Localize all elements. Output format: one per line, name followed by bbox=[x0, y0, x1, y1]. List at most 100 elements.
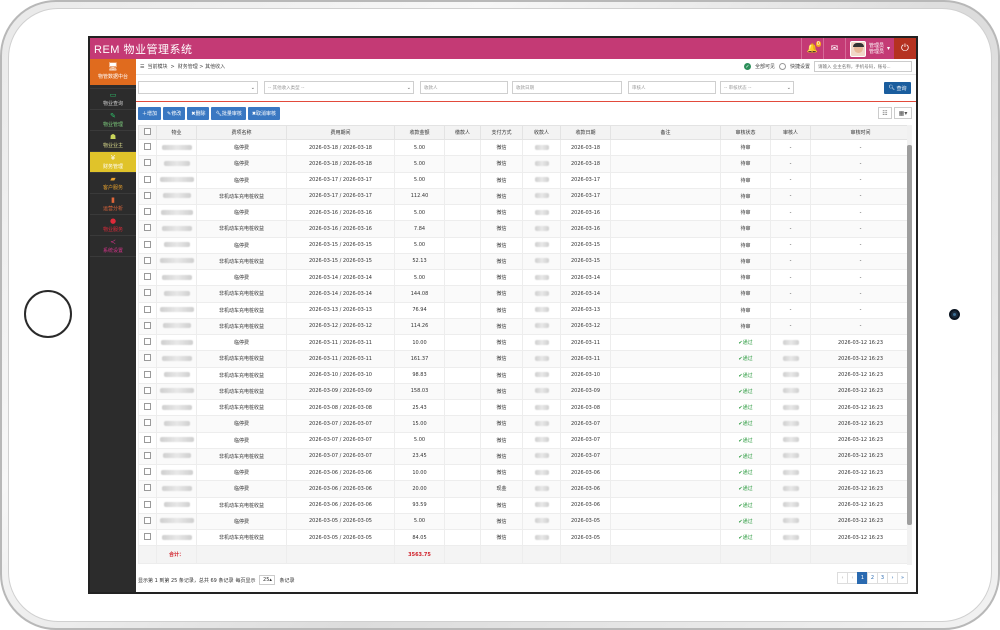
delete-button[interactable]: ✖ 删除 bbox=[187, 107, 210, 120]
table-row[interactable]: 临停费 2026-03-18 / 2026-03-18 5.00 微信 2026-03-… bbox=[138, 155, 911, 173]
table-row[interactable]: 非机动车充电桩收益 2026-03-07 / 2026-03-07 23.45 微信 2… bbox=[138, 447, 911, 466]
row-checkbox[interactable] bbox=[138, 512, 157, 531]
sidebar-item-customer-service[interactable]: ▰ 客户服务 bbox=[90, 173, 136, 194]
row-checkbox[interactable] bbox=[138, 268, 157, 287]
income-type-select[interactable]: -- 其他收入类型 -- ⌄ bbox=[264, 81, 414, 94]
row-checkbox[interactable] bbox=[138, 366, 157, 384]
batch-audit-button[interactable]: 🔧︎ 批量审核 bbox=[211, 107, 246, 120]
column-header[interactable]: 收款日期 bbox=[560, 125, 611, 140]
table-row[interactable]: 临停费 2026-03-06 / 2026-03-06 10.00 微信 2026-03… bbox=[138, 463, 911, 482]
row-checkbox[interactable] bbox=[138, 301, 157, 319]
row-checkbox[interactable] bbox=[138, 496, 157, 514]
sidebar-item-analysis[interactable]: ▮ 运营分析 bbox=[90, 194, 136, 215]
sidebar-item-service[interactable]: ● 物业服务 bbox=[90, 215, 136, 236]
table-row[interactable]: 非机动车充电桩收益 2026-03-05 / 2026-03-05 84.05 微信 2… bbox=[138, 528, 911, 547]
column-header[interactable]: 收款金额 bbox=[394, 125, 445, 140]
column-header[interactable]: 缴款人 bbox=[444, 125, 481, 140]
check-icon[interactable]: ✓ bbox=[743, 63, 751, 70]
auditor-input[interactable]: 审核人 bbox=[628, 81, 716, 94]
select-all-checkbox[interactable] bbox=[138, 125, 157, 140]
payee-input[interactable]: 收款人 bbox=[420, 81, 508, 94]
table-row[interactable]: 非机动车充电桩收益 2026-03-08 / 2026-03-08 25.43 微信 2… bbox=[138, 398, 911, 417]
sidebar-item-property-manage[interactable]: ✎ 物业管理 bbox=[90, 110, 136, 131]
row-checkbox[interactable] bbox=[138, 138, 157, 157]
sidebar-header[interactable]: 🖥 物管数据中台 bbox=[90, 59, 136, 85]
table-row[interactable]: 临停费 2026-03-16 / 2026-03-16 5.00 微信 2026-03-… bbox=[138, 203, 911, 222]
page-size-select[interactable]: 25 ▴ bbox=[259, 575, 276, 585]
table-row[interactable]: 非机动车充电桩收益 2026-03-16 / 2026-03-16 7.84 微信 20… bbox=[138, 220, 911, 238]
column-header[interactable]: 审核时间 bbox=[810, 125, 911, 140]
row-checkbox[interactable] bbox=[138, 382, 157, 401]
row-checkbox[interactable] bbox=[138, 350, 157, 368]
row-checkbox[interactable] bbox=[138, 317, 157, 336]
row-checkbox[interactable] bbox=[138, 415, 157, 433]
global-search-input[interactable] bbox=[814, 61, 912, 72]
notification-button[interactable]: 🔔 0 bbox=[800, 38, 823, 59]
row-checkbox[interactable] bbox=[138, 333, 157, 352]
table-row[interactable]: 临停费 2026-03-11 / 2026-03-11 10.00 微信 2026-03… bbox=[138, 333, 911, 352]
table-scrollbar[interactable] bbox=[907, 125, 912, 565]
row-checkbox[interactable] bbox=[138, 285, 157, 303]
sidebar-item-property-query[interactable]: ▭ 物业查询 bbox=[90, 89, 136, 110]
add-button[interactable]: ＋增加 bbox=[138, 107, 162, 120]
column-header[interactable]: 审核人 bbox=[770, 125, 811, 140]
menu-icon[interactable]: ☰ bbox=[140, 64, 144, 70]
audit-status-select[interactable]: -- 审核状态 -- ⌄ bbox=[720, 81, 794, 94]
query-button[interactable]: 🔍︎ 查询 bbox=[884, 82, 911, 94]
table-row[interactable]: 临停费 2026-03-17 / 2026-03-17 5.00 微信 2026-03-… bbox=[138, 171, 911, 189]
message-button[interactable]: ✉ bbox=[822, 38, 845, 59]
table-row[interactable]: 非机动车充电桩收益 2026-03-17 / 2026-03-17 112.40 微信… bbox=[138, 187, 911, 206]
sidebar-item-owners[interactable]: ☗ 物业业主 bbox=[90, 131, 136, 152]
table-row[interactable]: 临停费 2026-03-07 / 2026-03-07 5.00 微信 2026-03-… bbox=[138, 431, 911, 449]
row-checkbox[interactable] bbox=[138, 187, 157, 206]
column-header[interactable]: 备注 bbox=[610, 125, 721, 140]
column-header[interactable]: 收款人 bbox=[522, 125, 561, 140]
row-checkbox[interactable] bbox=[138, 528, 157, 547]
row-checkbox[interactable] bbox=[138, 155, 157, 173]
table-row[interactable]: 非机动车充电桩收益 2026-03-10 / 2026-03-10 98.83 微信 2… bbox=[138, 366, 911, 384]
page-nav-button[interactable]: » bbox=[897, 572, 908, 584]
table-row[interactable]: 临停费 2026-03-05 / 2026-03-05 5.00 微信 2026-03-… bbox=[138, 512, 911, 531]
row-checkbox[interactable] bbox=[138, 447, 157, 466]
table-row[interactable]: 临停费 2026-03-14 / 2026-03-14 5.00 微信 2026-03-… bbox=[138, 268, 911, 287]
list-view-icon[interactable]: ☷ bbox=[878, 107, 892, 119]
columns-icon[interactable]: ▦▾ bbox=[894, 107, 912, 119]
table-row[interactable]: 非机动车充电桩收益 2026-03-15 / 2026-03-15 52.13 微信 2… bbox=[138, 252, 911, 271]
table-row[interactable]: 非机动车充电桩收益 2026-03-12 / 2026-03-12 114.26 微信… bbox=[138, 317, 911, 336]
edit-button[interactable]: ✎ 修改 bbox=[163, 107, 186, 120]
payment-date-input[interactable]: 收款日期 bbox=[512, 81, 622, 94]
table-row[interactable]: 临停费 2026-03-15 / 2026-03-15 5.00 微信 2026-03-… bbox=[138, 236, 911, 254]
sidebar-item-finance[interactable]: ¥ 财务管理 bbox=[90, 152, 136, 173]
table-row[interactable]: 非机动车充电桩收益 2026-03-06 / 2026-03-06 93.59 微信 2… bbox=[138, 496, 911, 514]
column-header[interactable]: 费用期间 bbox=[286, 125, 395, 140]
table-row[interactable]: 非机动车充电桩收益 2026-03-14 / 2026-03-14 144.08 微信… bbox=[138, 285, 911, 303]
sidebar-item-settings[interactable]: ≺ 系统设置 bbox=[90, 236, 136, 257]
shortcut-option[interactable]: 快捷设置 bbox=[790, 63, 810, 70]
table-row[interactable]: 临停费 2026-03-18 / 2026-03-18 5.00 微信 2026-03-… bbox=[138, 138, 911, 157]
column-header[interactable]: 费项名称 bbox=[196, 125, 287, 140]
radio-icon[interactable] bbox=[778, 63, 786, 70]
column-header[interactable]: 审核状态 bbox=[720, 125, 771, 140]
column-header[interactable]: 物业 bbox=[156, 125, 197, 140]
row-checkbox[interactable] bbox=[138, 463, 157, 482]
row-checkbox[interactable] bbox=[138, 203, 157, 222]
row-checkbox[interactable] bbox=[138, 398, 157, 417]
home-button[interactable] bbox=[24, 290, 72, 338]
property-select[interactable]: ⌄ bbox=[138, 81, 258, 94]
row-checkbox[interactable] bbox=[138, 171, 157, 189]
column-header[interactable]: 支付方式 bbox=[480, 125, 523, 140]
row-checkbox[interactable] bbox=[138, 220, 157, 238]
table-row[interactable]: 非机动车充电桩收益 2026-03-09 / 2026-03-09 158.03 微信… bbox=[138, 382, 911, 401]
table-row[interactable]: 临停费 2026-03-07 / 2026-03-07 15.00 微信 2026-03… bbox=[138, 415, 911, 433]
user-menu[interactable]: 管理员 管理员 ▾ bbox=[844, 38, 894, 59]
row-checkbox[interactable] bbox=[138, 252, 157, 271]
row-checkbox[interactable] bbox=[138, 236, 157, 254]
table-row[interactable]: 临停费 2026-03-06 / 2026-03-06 20.00 现金 2026-03… bbox=[138, 480, 911, 498]
visibility-option[interactable]: 全部可见 bbox=[755, 63, 775, 70]
scroll-thumb[interactable] bbox=[907, 145, 912, 525]
row-checkbox[interactable] bbox=[138, 431, 157, 449]
table-row[interactable]: 非机动车充电桩收益 2026-03-11 / 2026-03-11 161.37 微信… bbox=[138, 350, 911, 368]
row-checkbox[interactable] bbox=[138, 480, 157, 498]
logout-button[interactable]: ⏻ bbox=[894, 38, 916, 59]
cancel-audit-button[interactable]: ✖ 取消审核 bbox=[247, 107, 281, 120]
